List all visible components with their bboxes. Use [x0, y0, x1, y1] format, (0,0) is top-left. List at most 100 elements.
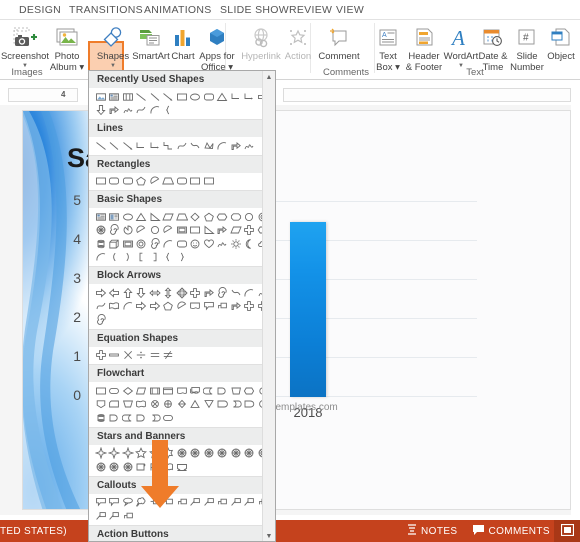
- shape-fdirect[interactable]: [229, 398, 243, 412]
- shape-lbrace[interactable]: [162, 104, 176, 118]
- gallery-row-flowchart[interactable]: [89, 382, 275, 427]
- shape-eq[interactable]: [148, 349, 162, 363]
- shape-sun[interactable]: [229, 237, 243, 251]
- shape-plus[interactable]: [94, 349, 108, 363]
- shape-callout1[interactable]: [108, 496, 122, 510]
- shape-star4[interactable]: [108, 447, 122, 461]
- shape-fextract[interactable]: [189, 398, 203, 412]
- shape-calldiag[interactable]: [229, 496, 243, 510]
- shape-chord[interactable]: [162, 224, 176, 238]
- shape-hex[interactable]: [216, 210, 230, 224]
- shape-line[interactable]: [135, 90, 149, 104]
- shape-doc3[interactable]: [121, 90, 135, 104]
- shape-fmanop[interactable]: [121, 398, 135, 412]
- gallery-scrollbar[interactable]: ▲ ▼: [262, 71, 275, 541]
- chevron-down-icon[interactable]: ▼: [110, 63, 116, 69]
- shape-cube[interactable]: [108, 237, 122, 251]
- shape-para[interactable]: [229, 224, 243, 238]
- shape-tri[interactable]: [135, 210, 149, 224]
- shape-fstored[interactable]: [121, 411, 135, 425]
- shape-lbrk[interactable]: [135, 251, 149, 265]
- scroll-down-icon[interactable]: ▼: [263, 530, 275, 541]
- shape-rtri[interactable]: [148, 210, 162, 224]
- shape-picicon[interactable]: [94, 90, 108, 104]
- shape-arc[interactable]: [216, 139, 230, 153]
- shapes-button[interactable]: Shapes ▼: [90, 22, 136, 74]
- gallery-row-equation-shapes[interactable]: [89, 347, 275, 365]
- shape-calldiag[interactable]: [94, 509, 108, 523]
- shape-plus[interactable]: [189, 286, 203, 300]
- shape-pent[interactable]: [162, 300, 176, 314]
- shape-arc[interactable]: [148, 104, 162, 118]
- shape-bentA[interactable]: [229, 300, 243, 314]
- shape-freeform[interactable]: [202, 139, 216, 153]
- shapes-gallery-dropdown[interactable]: Recently Used Shapes Lines Rectangles Ba…: [88, 70, 276, 542]
- shape-moon[interactable]: [243, 237, 257, 251]
- shape-bentA[interactable]: [216, 224, 230, 238]
- shape-fdelay[interactable]: [108, 411, 122, 425]
- shape-arrowline[interactable]: [121, 139, 135, 153]
- normal-view-button[interactable]: [554, 520, 580, 542]
- shape-chord[interactable]: [135, 224, 149, 238]
- shape-heart[interactable]: [202, 237, 216, 251]
- shape-fintproc[interactable]: [162, 384, 176, 398]
- shape-starN[interactable]: [121, 460, 135, 474]
- apps-for-office-button[interactable]: Apps for Office ▾: [194, 22, 240, 74]
- scroll-up-icon[interactable]: ▲: [263, 71, 275, 84]
- shape-bentA[interactable]: [202, 286, 216, 300]
- shape-trap[interactable]: [162, 175, 176, 189]
- shape-arrowR[interactable]: [94, 286, 108, 300]
- shape-arrowUD[interactable]: [162, 286, 176, 300]
- shape-spiral[interactable]: [148, 237, 162, 251]
- shape-frame[interactable]: [121, 237, 135, 251]
- shape-star4[interactable]: [121, 447, 135, 461]
- shape-calldiag[interactable]: [108, 509, 122, 523]
- shape-lbrace[interactable]: [162, 251, 176, 265]
- shape-can[interactable]: [94, 237, 108, 251]
- shape-elbow[interactable]: [229, 90, 243, 104]
- shape-fterm[interactable]: [108, 384, 122, 398]
- gallery-row-recently-used[interactable]: [89, 88, 275, 119]
- shape-fdisplay[interactable]: [243, 398, 257, 412]
- shape-fterm[interactable]: [162, 411, 176, 425]
- shape-fdelay[interactable]: [216, 384, 230, 398]
- shape-scribble[interactable]: [243, 139, 257, 153]
- shape-rect[interactable]: [94, 175, 108, 189]
- shape-arrowD[interactable]: [135, 286, 149, 300]
- shape-rect[interactable]: [189, 224, 203, 238]
- shape-fstoredat[interactable]: [216, 398, 230, 412]
- shape-callout1[interactable]: [202, 300, 216, 314]
- shape-starN[interactable]: [202, 447, 216, 461]
- status-language[interactable]: TED STATES): [0, 526, 67, 537]
- tab-view[interactable]: VIEW: [325, 0, 375, 20]
- shape-curve2[interactable]: [189, 139, 203, 153]
- shape-minus[interactable]: [108, 349, 122, 363]
- shape-scribble[interactable]: [216, 237, 230, 251]
- shape-ellipse[interactable]: [121, 210, 135, 224]
- shape-curve[interactable]: [175, 139, 189, 153]
- shape-starN[interactable]: [229, 447, 243, 461]
- shape-rtri[interactable]: [202, 224, 216, 238]
- gallery-row-lines[interactable]: [89, 137, 275, 155]
- shape-para[interactable]: [162, 210, 176, 224]
- shape-elbow[interactable]: [135, 139, 149, 153]
- shape-pie[interactable]: [121, 224, 135, 238]
- shape-trap[interactable]: [175, 210, 189, 224]
- shape-fsort[interactable]: [175, 398, 189, 412]
- shape-callout3[interactable]: [121, 496, 135, 510]
- shape-pent[interactable]: [135, 175, 149, 189]
- shape-calldiag[interactable]: [243, 496, 257, 510]
- notes-button[interactable]: NOTES: [407, 524, 457, 538]
- shape-rrect[interactable]: [202, 90, 216, 104]
- shape-arrowLR[interactable]: [148, 286, 162, 300]
- shape-smiley[interactable]: [189, 237, 203, 251]
- shape-plus[interactable]: [243, 224, 257, 238]
- gallery-row-rectangles[interactable]: [89, 173, 275, 191]
- shape-fproc[interactable]: [94, 384, 108, 398]
- shape-arc[interactable]: [121, 300, 135, 314]
- shape-mult[interactable]: [121, 349, 135, 363]
- shape-div[interactable]: [135, 349, 149, 363]
- shape-foffpg[interactable]: [94, 398, 108, 412]
- shape-pent[interactable]: [202, 210, 216, 224]
- shape-rrect[interactable]: [108, 175, 122, 189]
